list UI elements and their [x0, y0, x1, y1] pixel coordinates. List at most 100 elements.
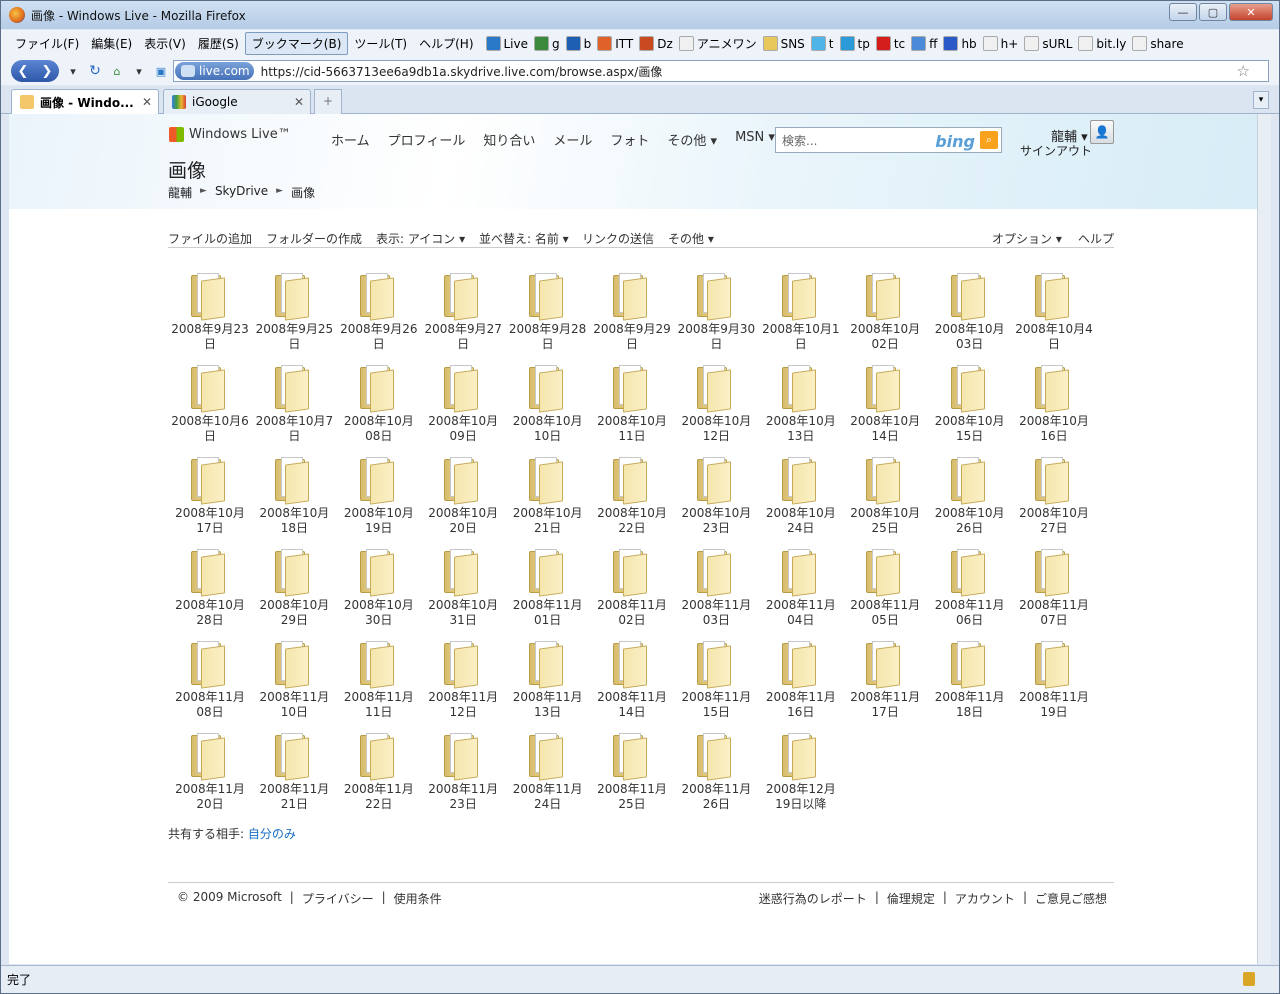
folder-item[interactable]: 2008年10月08日 — [337, 359, 421, 451]
folder-item[interactable]: 2008年10月6日 — [168, 359, 252, 451]
folder-label[interactable]: 2008年11月25日 — [590, 782, 674, 812]
folder-icon[interactable] — [442, 271, 482, 321]
folder-label[interactable]: 2008年9月25日 — [252, 322, 336, 352]
folder-item[interactable]: 2008年10月7日 — [252, 359, 336, 451]
folder-icon[interactable] — [864, 639, 904, 689]
folder-label[interactable]: 2008年11月03日 — [674, 598, 758, 628]
folder-item[interactable]: 2008年10月28日 — [168, 543, 252, 635]
folder-item[interactable]: 2008年10月25日 — [843, 451, 927, 543]
folder-label[interactable]: 2008年10月21日 — [506, 506, 590, 536]
folder-label[interactable]: 2008年11月12日 — [421, 690, 505, 720]
folder-icon[interactable] — [949, 639, 989, 689]
bookmark-item[interactable]: tp — [839, 36, 870, 51]
folder-label[interactable]: 2008年11月08日 — [168, 690, 252, 720]
folder-label[interactable]: 2008年9月23日 — [168, 322, 252, 352]
folder-label[interactable]: 2008年12月19日以降 — [759, 782, 843, 812]
site-identity-button[interactable]: live.com — [175, 62, 254, 80]
folder-item[interactable]: 2008年11月10日 — [252, 635, 336, 727]
bookmark-item[interactable]: アニメワン — [678, 35, 757, 52]
folder-item[interactable]: 2008年10月18日 — [252, 451, 336, 543]
folder-label[interactable]: 2008年11月01日 — [506, 598, 590, 628]
folder-icon[interactable] — [273, 639, 313, 689]
folder-icon[interactable] — [442, 731, 482, 781]
folder-item[interactable]: 2008年11月23日 — [421, 727, 505, 819]
bookmark-icon[interactable]: ▣ — [153, 65, 169, 78]
more-menu[interactable]: その他 ▾ — [668, 230, 714, 247]
folder-icon[interactable] — [1033, 271, 1073, 321]
folder-item[interactable]: 2008年10月22日 — [590, 451, 674, 543]
vertical-scrollbar[interactable] — [1257, 114, 1271, 964]
breadcrumb-user[interactable]: 龍輔 — [168, 184, 192, 201]
maximize-button[interactable]: ▢ — [1199, 3, 1227, 21]
top-nav-item[interactable]: メール — [553, 130, 592, 149]
folder-item[interactable]: 2008年11月15日 — [674, 635, 758, 727]
new-folder-button[interactable]: フォルダーの作成 — [266, 230, 362, 247]
folder-label[interactable]: 2008年9月26日 — [337, 322, 421, 352]
folder-label[interactable]: 2008年10月26日 — [928, 506, 1012, 536]
folder-icon[interactable] — [864, 455, 904, 505]
sharing-value-link[interactable]: 自分のみ — [248, 827, 296, 841]
folder-label[interactable]: 2008年11月18日 — [928, 690, 1012, 720]
folder-item[interactable]: 2008年10月03日 — [928, 267, 1012, 359]
folder-icon[interactable] — [1033, 363, 1073, 413]
footer-link[interactable]: ご意見ご感想 — [1035, 890, 1107, 907]
folder-item[interactable]: 2008年10月02日 — [843, 267, 927, 359]
folder-item[interactable]: 2008年10月11日 — [590, 359, 674, 451]
folder-label[interactable]: 2008年11月06日 — [928, 598, 1012, 628]
folder-item[interactable]: 2008年11月19日 — [1012, 635, 1096, 727]
folder-item[interactable]: 2008年11月12日 — [421, 635, 505, 727]
folder-icon[interactable] — [189, 639, 229, 689]
folder-label[interactable]: 2008年10月27日 — [1012, 506, 1096, 536]
folder-icon[interactable] — [358, 731, 398, 781]
folder-icon[interactable] — [442, 639, 482, 689]
folder-item[interactable]: 2008年11月03日 — [674, 543, 758, 635]
folder-label[interactable]: 2008年10月12日 — [674, 414, 758, 444]
folder-icon[interactable] — [864, 547, 904, 597]
folder-item[interactable]: 2008年10月29日 — [252, 543, 336, 635]
forward-icon[interactable]: ❯ — [42, 64, 53, 79]
menu-item[interactable]: ツール(T) — [348, 33, 413, 54]
folder-label[interactable]: 2008年10月30日 — [337, 598, 421, 628]
add-files-button[interactable]: ファイルの追加 — [168, 230, 252, 247]
folder-item[interactable]: 2008年10月15日 — [928, 359, 1012, 451]
folder-icon[interactable] — [189, 271, 229, 321]
folder-icon[interactable] — [273, 731, 313, 781]
menu-item[interactable]: 編集(E) — [85, 33, 138, 54]
folder-label[interactable]: 2008年11月26日 — [674, 782, 758, 812]
folder-label[interactable]: 2008年10月18日 — [252, 506, 336, 536]
folder-icon[interactable] — [780, 363, 820, 413]
folder-icon[interactable] — [358, 455, 398, 505]
top-nav-item[interactable]: 知り合い — [483, 130, 535, 149]
folder-icon[interactable] — [949, 271, 989, 321]
close-tab-icon[interactable]: ✕ — [294, 95, 304, 109]
folder-icon[interactable] — [864, 271, 904, 321]
bookmark-item[interactable]: h+ — [982, 36, 1018, 51]
folder-label[interactable]: 2008年10月25日 — [843, 506, 927, 536]
folder-item[interactable]: 2008年11月16日 — [759, 635, 843, 727]
folder-icon[interactable] — [273, 455, 313, 505]
folder-label[interactable]: 2008年11月20日 — [168, 782, 252, 812]
menu-item[interactable]: 表示(V) — [138, 33, 192, 54]
footer-link[interactable]: プライバシー — [302, 890, 374, 907]
search-button[interactable]: ⌕ — [980, 131, 998, 149]
footer-link[interactable]: 倫理規定 — [887, 890, 935, 907]
folder-label[interactable]: 2008年11月17日 — [843, 690, 927, 720]
folder-label[interactable]: 2008年10月03日 — [928, 322, 1012, 352]
folder-icon[interactable] — [695, 455, 735, 505]
folder-label[interactable]: 2008年11月02日 — [590, 598, 674, 628]
footer-link[interactable]: 迷惑行為のレポート — [759, 890, 867, 907]
lock-icon[interactable] — [1243, 972, 1255, 986]
options-menu[interactable]: オプション ▾ — [992, 230, 1062, 247]
footer-link[interactable]: アカウント — [955, 890, 1015, 907]
folder-icon[interactable] — [1033, 547, 1073, 597]
folder-label[interactable]: 2008年11月04日 — [759, 598, 843, 628]
folder-item[interactable]: 2008年9月25日 — [252, 267, 336, 359]
folder-icon[interactable] — [949, 547, 989, 597]
folder-icon[interactable] — [611, 455, 651, 505]
folder-label[interactable]: 2008年10月22日 — [590, 506, 674, 536]
folder-item[interactable]: 2008年11月14日 — [590, 635, 674, 727]
folder-item[interactable]: 2008年10月27日 — [1012, 451, 1096, 543]
reload-icon[interactable]: ↻ — [87, 63, 103, 79]
menu-item[interactable]: ヘルプ(H) — [413, 33, 479, 54]
folder-item[interactable]: 2008年11月17日 — [843, 635, 927, 727]
